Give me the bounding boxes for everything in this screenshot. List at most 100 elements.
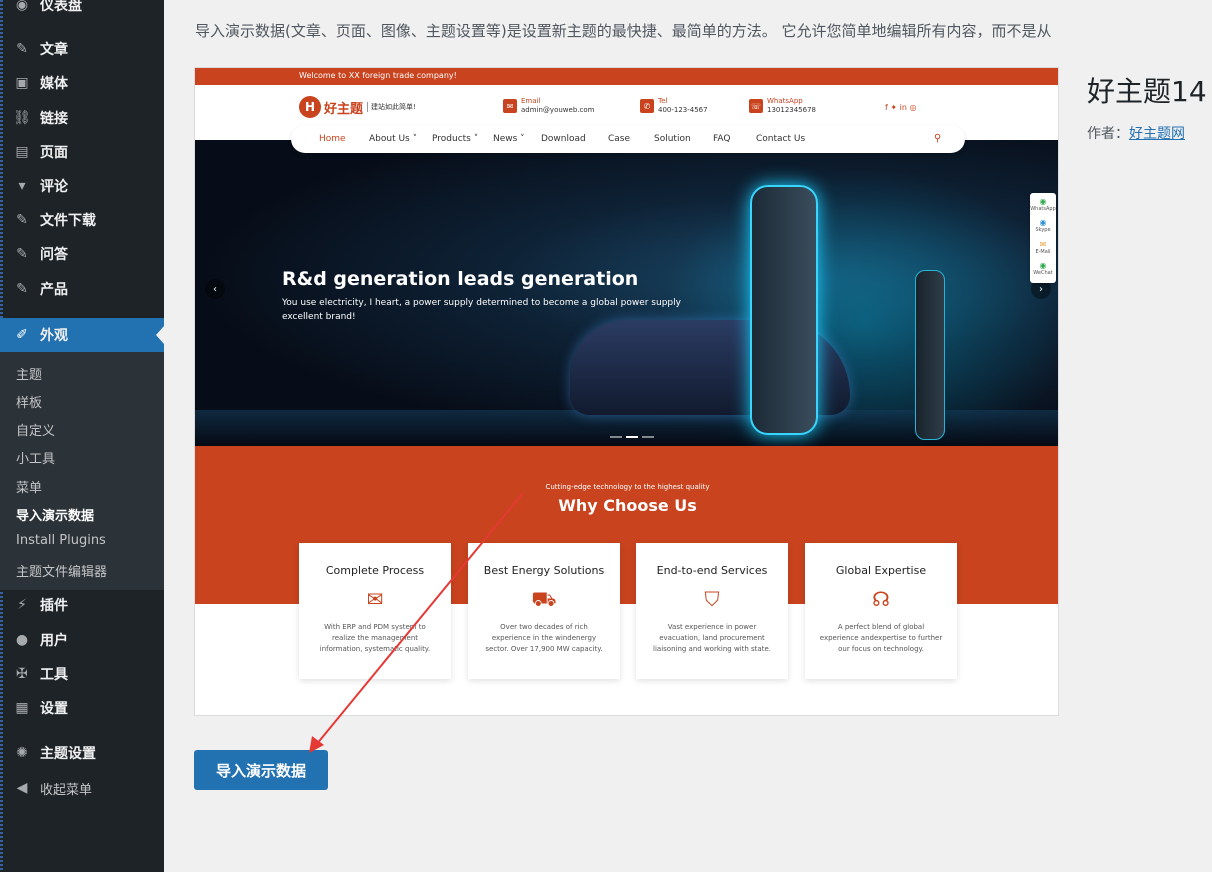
menu-collapse[interactable]: ◀ 收起菜单 [0,773,164,803]
logo-slogan: 建站如此简单! [367,102,416,112]
theme-author: 作者：好主题网 [1087,123,1185,143]
menu-plugins[interactable]: ⚡ 插件 [0,590,164,620]
float-skype: ◉ Skype [1030,218,1056,233]
whatsapp-icon: ◉ [1039,197,1047,206]
menu-links[interactable]: ⛓ 链接 [0,103,164,133]
phone-icon: ✆ [640,99,654,113]
skype-icon: ◉ [1039,218,1047,227]
hero-title: R&d generation leads generation [282,268,639,290]
chevron-left-icon: ‹ [205,279,225,299]
comment-icon: ▾ [18,178,26,194]
wechat-icon: ◉ [1039,261,1047,270]
whatsapp-value: 13012345678 [767,106,816,114]
menu-settings[interactable]: ▦ 设置 [0,693,164,723]
feature-card: Complete Process ✉ With ERP and PDM syst… [299,543,451,679]
wrench-icon: ✠ [16,666,28,682]
appearance-submenu: 主题 样板 自定义 小工具 菜单 导入演示数据 Install Plugins … [0,352,164,590]
theme-preview-image: Welcome to XX foreign trade company! H 好… [194,67,1059,716]
truck-icon: ⛟ [531,587,557,611]
menu-appearance[interactable]: ✐ 外观 [0,318,164,352]
nav-home: Home [319,134,346,144]
submenu-customize[interactable]: 自定义 [16,420,55,439]
author-label: 作者： [1087,126,1129,142]
preview-navbar: Home About Us ˅ Products ˅ News ˅ Downlo… [291,125,965,153]
preview-logo: H 好主题 建站如此简单! [299,95,429,119]
logo-text: 好主题 [324,101,364,117]
submenu-menus[interactable]: 菜单 [16,477,42,496]
submenu-patterns[interactable]: 样板 [16,392,42,411]
whatsapp-icon: ☏ [749,99,763,113]
why-subtitle: Cutting-edge technology to the highest q… [545,483,710,491]
feature-card: Best Energy Solutions ⛟ Over two decades… [468,543,620,679]
nav-products: Products ˅ [432,134,479,144]
email-label: Email [521,97,541,105]
pin-icon: ✎ [16,281,28,297]
feature-card: End-to-end Services ⛉ Vast experience in… [636,543,788,679]
search-icon: ⚲ [934,133,942,144]
card-desc: With ERP and PDM system to realize the m… [319,623,431,653]
nav-solution: Solution [654,134,691,144]
card-desc: Vast experience in power evacuation, lan… [653,623,771,653]
user-icon: ● [15,632,29,648]
slider-dots [610,436,654,438]
menu-qa[interactable]: ✎ 问答 [0,239,164,269]
plugin-icon: ⚡ [17,597,27,613]
why-title: Why Choose Us [558,496,697,515]
card-desc: Over two decades of rich experience in t… [485,623,603,653]
pin-icon: ✎ [16,41,28,57]
hero-banner: R&d generation leads generation You use … [195,140,1058,446]
card-title: Best Energy Solutions [483,564,605,577]
submenu-themes[interactable]: 主题 [16,364,42,383]
card-desc: A perfect blend of global experience and… [819,623,943,653]
submenu-widgets[interactable]: 小工具 [16,448,55,467]
floating-contact-bar: ◉ WhatsApp ◉ Skype ✉ E-Mail ◉ WeChat [1030,193,1056,283]
nav-download: Download [541,134,586,144]
menu-tools[interactable]: ✠ 工具 [0,659,164,689]
card-title: Complete Process [325,564,425,577]
contact-whatsapp: ☏ WhatsApp 13012345678 [749,97,816,115]
menu-media[interactable]: ▣ 媒体 [0,68,164,98]
preview-topbar: Welcome to XX foreign trade company! [195,68,1058,85]
nav-faq: FAQ [713,134,731,144]
contact-email: ✉ Email admin@youweb.com [503,97,594,115]
collapse-icon: ◀ [16,780,28,796]
charger-illustration [750,185,818,435]
pin-icon: ✎ [16,246,28,262]
submenu-install-plugins[interactable]: Install Plugins [16,533,106,548]
author-link[interactable]: 好主题网 [1129,126,1185,142]
menu-comments[interactable]: ▾ 评论 [0,171,164,201]
page-icon: ▤ [15,144,29,160]
submenu-theme-editor[interactable]: 主题文件编辑器 [16,561,107,580]
nav-about: About Us ˅ [369,134,418,144]
social-icons: f ✦ in ◎ [885,103,917,112]
logo-mark: H [299,96,321,118]
card-title: End-to-end Services [656,564,768,577]
menu-pages[interactable]: ▤ 页面 [0,137,164,167]
shield-check-icon: ⛉ [704,587,720,611]
float-email: ✉ E-Mail [1030,240,1056,255]
nav-case: Case [608,134,631,144]
nav-contact: Contact Us [756,134,806,144]
submenu-import-demo[interactable]: 导入演示数据 [16,505,94,524]
import-demo-button[interactable]: 导入演示数据 [194,750,328,790]
theme-name: 好主题14 [1087,75,1207,108]
feature-card: Global Expertise ☊ A perfect blend of gl… [805,543,957,679]
pin-icon: ✎ [16,212,28,228]
mail-icon: ✉ [1039,240,1047,249]
admin-sidebar: ◉ 仪表盘 ✎ 文章 ▣ 媒体 ⛓ 链接 ▤ 页面 ▾ 评论 ✎ 文件下载 ✎ … [0,0,164,872]
menu-products[interactable]: ✎ 产品 [0,274,164,304]
float-wechat: ◉ WeChat [1030,261,1056,276]
menu-theme-settings[interactable]: ✺ 主题设置 [0,738,164,768]
gear-icon: ✺ [16,745,28,761]
headset-icon: ☊ [872,587,890,611]
menu-users[interactable]: ● 用户 [0,625,164,655]
menu-downloads[interactable]: ✎ 文件下载 [0,205,164,235]
briefcase-icon: ✉ [366,587,384,611]
menu-dashboard[interactable]: ◉ 仪表盘 [0,0,164,20]
dashboard-icon: ◉ [15,0,29,13]
menu-posts[interactable]: ✎ 文章 [0,34,164,64]
settings-icon: ▦ [15,700,29,716]
welcome-text: Welcome to XX foreign trade company! [299,71,457,80]
contact-tel: ✆ Tel 400-123-4567 [640,97,708,115]
tel-value: 400-123-4567 [658,106,708,114]
